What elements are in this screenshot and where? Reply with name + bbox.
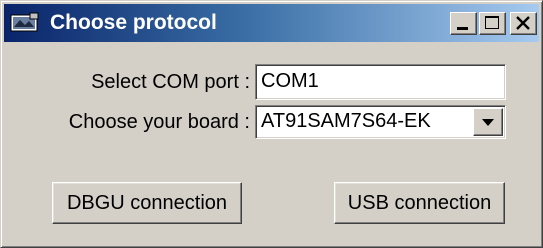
board-select-value: AT91SAM7S64-EK [261,110,431,132]
maximize-button[interactable] [479,12,506,35]
minimize-icon [457,27,468,30]
board-label: Choose your board : [68,111,250,133]
board-dropdown-button[interactable] [473,108,503,136]
chevron-down-icon [482,119,494,126]
close-button[interactable] [510,12,537,35]
window-title: Choose protocol [50,11,217,34]
com-port-input[interactable]: COM1 [255,64,506,100]
com-port-label: Select COM port : [91,71,250,93]
minimize-button[interactable] [450,12,477,35]
close-icon [516,16,530,30]
board-select[interactable]: AT91SAM7S64-EK [255,105,506,139]
maximize-icon [485,16,499,29]
app-icon[interactable] [10,12,40,34]
choose-protocol-dialog: Choose protocol Select COM port : COM1 C… [0,0,543,248]
title-bar[interactable]: Choose protocol [4,4,539,42]
usb-connection-button[interactable]: USB connection [334,182,505,224]
dbgu-connection-button[interactable]: DBGU connection [52,182,242,224]
